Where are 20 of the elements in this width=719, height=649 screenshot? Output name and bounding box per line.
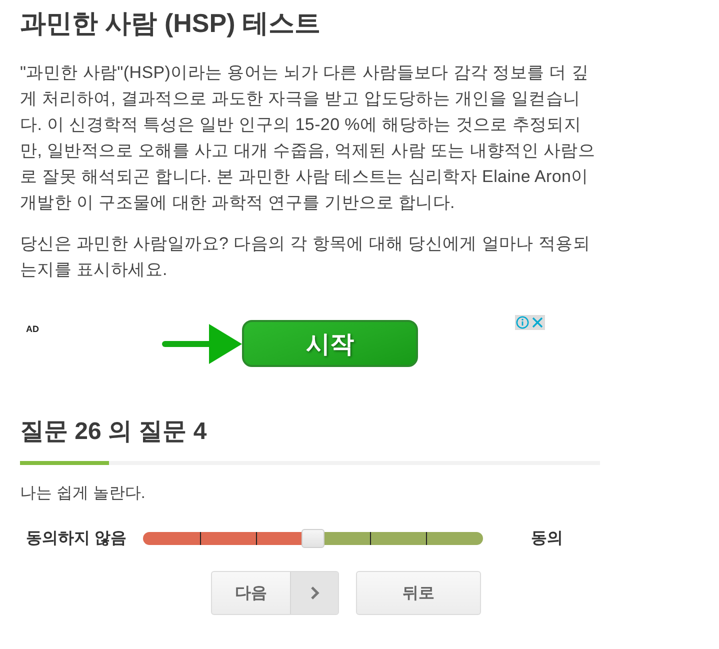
info-icon[interactable] — [515, 315, 530, 330]
agree-label: 동의 — [531, 528, 563, 548]
page-title: 과민한 사람 (HSP) 테스트 — [20, 7, 322, 40]
next-button[interactable]: 다음 — [211, 571, 339, 615]
intro-paragraph: "과민한 사람"(HSP)이라는 용어는 뇌가 다른 사람들보다 감각 정보를 더 깊게 처리하여, 결과적으로 과도한 자극을 받고 압도당하는 개인을 일컫습니다. 이 신경학적 특성은 일반 인구의 15-20 %에 해당하는 것으로 추정되지만, 일반적으로 오해를 사고 대개 수줍음, 억제된 사람 또는 내향적인 사람으로 잘못 해석되곤 합니다. 본 과민한 사람 테스트는 심리학자 Elaine Aron이 개발한 이 구조물에 대한 과학적 연구를 기반으로 합니다. — [20, 62, 596, 214]
tick-mark — [200, 532, 201, 544]
question-counter: 질문 26 의 질문 4 — [20, 417, 208, 447]
tick-mark — [426, 532, 428, 544]
arrow-icon — [162, 324, 242, 364]
chevron-icon — [290, 572, 338, 614]
slider-thumb[interactable] — [302, 528, 324, 548]
ad-label: AD — [26, 324, 39, 334]
start-button[interactable]: 시작 — [242, 320, 418, 367]
back-button[interactable]: 뒤로 — [356, 571, 481, 615]
close-icon[interactable] — [530, 315, 545, 330]
disagree-label: 동의하지 않음 — [26, 528, 128, 548]
tick-mark — [370, 532, 371, 544]
question-text: 나는 쉽게 놀란다. — [20, 484, 146, 504]
tick-mark — [256, 532, 258, 544]
intro-paragraph: 당신은 과민한 사람일까요? 다음의 각 항목에 대해 당신에게 얼마나 적용되는지를 표시하세요. — [20, 233, 591, 281]
